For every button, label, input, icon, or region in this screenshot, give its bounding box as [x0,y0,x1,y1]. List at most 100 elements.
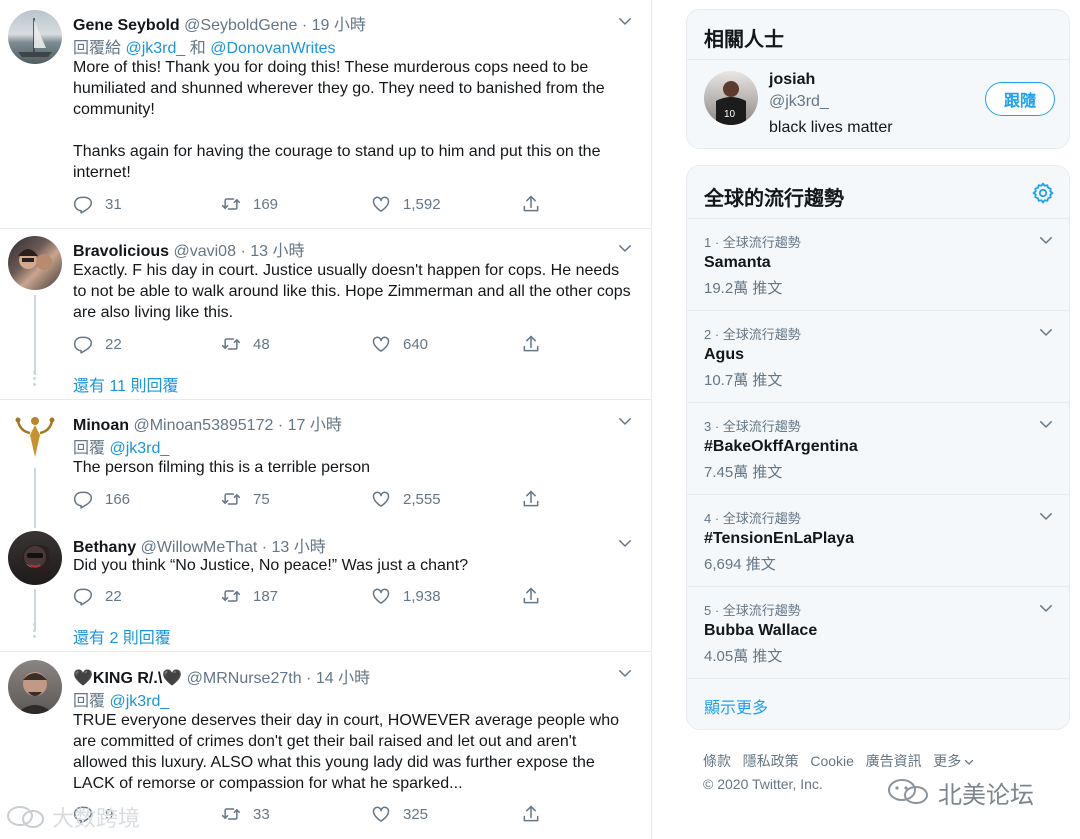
footer-privacy-link[interactable]: 隱私政策 [743,753,799,769]
trend-count: 10.7萬 推文 [704,372,783,389]
trend-rank: 5 · 全球流行趨勢 [704,603,801,618]
show-more-replies-link[interactable]: 還有 11 則回覆 [73,372,179,396]
timestamp[interactable]: 17 小時 [288,417,342,434]
footer-ads-link[interactable]: 廣告資訊 [866,753,922,769]
retweet-button[interactable]: 187 [221,585,278,607]
mention-link[interactable]: @DonovanWrites [210,40,335,57]
share-icon [521,489,541,509]
timestamp[interactable]: 14 小時 [316,670,370,687]
trend-item[interactable]: 2 · 全球流行趨勢 Agus 10.7萬 推文 [687,311,1070,402]
like-button[interactable]: 640 [371,333,428,355]
mention-link[interactable]: @jk3rd_ [109,440,169,457]
footer-more-link[interactable]: 更多 [933,753,961,769]
trend-item[interactable]: 5 · 全球流行趨勢 Bubba Wallace 4.05萬 推文 [687,587,1070,678]
share-button[interactable] [521,585,541,607]
retweet-button[interactable]: 169 [221,193,278,215]
author-handle[interactable]: @MRNurse27th [187,670,302,687]
divider [687,678,1069,679]
share-button[interactable] [521,803,541,825]
heart-icon [371,489,391,509]
reply-context: 回覆 @jk3rd_ [73,687,169,711]
tweet-bravolicious[interactable]: Bravolicious @vavi08 · 13 小時 Exactly. F … [0,229,651,399]
reply-icon [73,489,93,509]
user-handle[interactable]: @jk3rd_ [769,93,829,111]
reply-button[interactable]: 166 [73,488,130,510]
reply-button[interactable]: 22 [73,333,122,355]
chevron-down-icon[interactable] [1037,599,1055,617]
chevron-down-icon[interactable] [616,412,634,430]
trend-count: 19.2萬 推文 [704,280,783,297]
chevron-down-icon[interactable] [1037,415,1055,433]
avatar[interactable] [8,531,62,585]
retweet-button[interactable]: 75 [221,488,270,510]
reply-feed: Gene Seybold @SeyboldGene · 19 小時 回覆給 @j… [0,0,652,839]
author-name[interactable]: 🖤KING R/.\🖤 [73,670,182,687]
retweet-button[interactable]: 33 [221,803,270,825]
like-button[interactable]: 2,555 [371,488,441,510]
footer-copyright: © 2020 Twitter, Inc. [703,776,823,792]
retweet-count: 33 [253,805,270,823]
trend-item[interactable]: 1 · 全球流行趨勢 Samanta 19.2萬 推文 [687,219,1070,310]
author-handle[interactable]: @WillowMeThat [141,539,258,556]
tweet-gene-seybold[interactable]: Gene Seybold @SeyboldGene · 19 小時 回覆給 @j… [0,0,651,228]
reply-count: 31 [105,195,122,213]
like-button[interactable]: 325 [371,803,428,825]
tweet-bethany[interactable]: Bethany @WillowMeThat · 13 小時 Did you th… [0,525,651,651]
show-more-replies-link[interactable]: 還有 2 則回覆 [73,624,171,648]
avatar[interactable] [8,660,62,714]
chevron-down-icon[interactable] [1037,507,1055,525]
share-button[interactable] [521,333,541,355]
author-name[interactable]: Bethany [73,539,136,556]
retweet-icon [221,804,241,824]
tweet-minoan[interactable]: Minoan @Minoan53895172 · 17 小時 回覆 @jk3rd… [0,400,651,528]
retweet-button[interactable]: 48 [221,333,270,355]
reply-button[interactable]: 22 [73,585,122,607]
author-handle[interactable]: @Minoan53895172 [133,417,273,434]
heart-icon [371,804,391,824]
tweet-actions: 22 48 640 [73,333,553,355]
author-handle[interactable]: @SeyboldGene [184,17,297,34]
divider [687,59,1069,60]
watermark-right-text: 北美论坛 [938,781,1034,809]
mention-link[interactable]: @jk3rd_ [125,40,185,57]
footer-cookie-link[interactable]: Cookie [810,753,854,769]
mention-link[interactable]: @jk3rd_ [109,693,169,710]
chevron-down-icon[interactable] [616,664,634,682]
trend-item[interactable]: 3 · 全球流行趨勢 #BakeOkffArgentina 7.45萬 推文 [687,403,1070,494]
chevron-down-icon[interactable] [616,12,634,30]
reply-button[interactable]: 31 [73,193,122,215]
chevron-down-icon[interactable] [616,239,634,257]
trend-item[interactable]: 4 · 全球流行趨勢 #TensionEnLaPlaya 6,694 推文 [687,495,1070,586]
share-button[interactable] [521,488,541,510]
like-button[interactable]: 1,592 [371,193,441,215]
gear-icon[interactable] [1031,181,1055,205]
share-button[interactable] [521,193,541,215]
avatar[interactable]: 10 [704,71,758,125]
svg-text:10: 10 [724,109,736,120]
follow-button[interactable]: 跟隨 [985,82,1055,116]
chevron-down-icon[interactable] [616,534,634,552]
like-button[interactable]: 1,938 [371,585,441,607]
chevron-down-icon[interactable] [1037,231,1055,249]
share-icon [521,586,541,606]
avatar[interactable] [8,10,62,64]
avatar[interactable] [8,236,62,290]
reply-icon [73,586,93,606]
trend-name: #TensionEnLaPlaya [704,530,854,547]
author-name[interactable]: Bravolicious [73,243,169,260]
author-name[interactable]: Minoan [73,417,129,434]
chevron-down-icon[interactable] [1037,323,1055,341]
avatar[interactable] [8,409,62,463]
heart-icon [371,586,391,606]
separator-dot: · [306,670,312,687]
timestamp[interactable]: 13 小時 [250,243,304,260]
author-name[interactable]: Gene Seybold [73,17,180,34]
show-more-trends-link[interactable]: 顯示更多 [704,694,768,718]
timestamp[interactable]: 13 小時 [272,539,326,556]
timestamp[interactable]: 19 小時 [312,17,366,34]
user-name[interactable]: josiah [769,71,815,89]
chevron-down-icon[interactable] [963,756,975,768]
author-handle[interactable]: @vavi08 [173,243,236,260]
trend-name: #BakeOkffArgentina [704,438,858,455]
footer-terms-link[interactable]: 條款 [703,753,731,769]
